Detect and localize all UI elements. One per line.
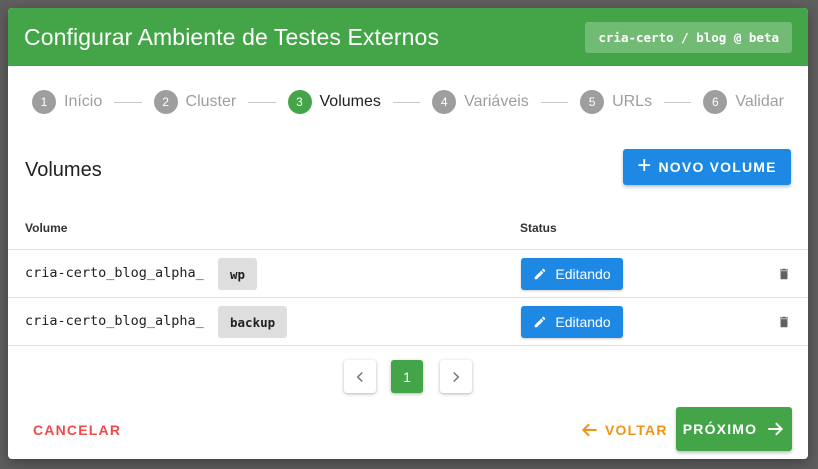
status-label: Editando <box>555 266 611 282</box>
edit-icon <box>535 316 546 328</box>
step-connector <box>540 101 569 103</box>
volumes-table: Volume Status cria-certo_blog_alpha_ wp … <box>8 208 808 346</box>
step-label: Validar <box>735 93 784 110</box>
step-label: Início <box>64 93 103 110</box>
back-label: VOLTAR <box>605 422 668 438</box>
edit-status-button[interactable]: Editando <box>521 306 623 338</box>
edit-status-button[interactable]: Editando <box>521 258 623 290</box>
step-label: Variáveis <box>464 93 529 110</box>
back-button[interactable]: VOLTAR <box>580 420 668 440</box>
volume-name-prefix: cria-certo_blog_alpha_ <box>25 265 204 281</box>
step-validar[interactable]: 6 Validar <box>703 90 784 114</box>
trash-icon[interactable] <box>777 267 791 281</box>
chevron-right-icon <box>453 371 460 382</box>
step-inicio[interactable]: 1 Início <box>32 90 102 114</box>
arrow-right-icon <box>768 422 784 436</box>
volume-name-prefix: cria-certo_blog_alpha_ <box>25 313 204 329</box>
previous-page-button[interactable] <box>344 360 376 393</box>
configure-environment-dialog: Configurar Ambiente de Testes Externos c… <box>8 8 808 459</box>
table-row: cria-certo_blog_alpha_ wp Editando <box>8 250 808 298</box>
step-label: Volumes <box>319 93 381 110</box>
column-header-status: Status <box>520 221 557 235</box>
step-connector <box>392 101 421 103</box>
new-volume-label: NOVO VOLUME <box>658 159 777 175</box>
volume-name-suffix: backup <box>218 306 288 338</box>
step-label: URLs <box>612 93 653 110</box>
step-connector <box>664 101 692 103</box>
step-connector <box>248 101 276 103</box>
step-number: 2 <box>153 90 178 114</box>
next-button[interactable]: PRÓXIMO <box>676 407 792 451</box>
step-cluster[interactable]: 2 Cluster <box>153 90 237 114</box>
step-number: 6 <box>703 90 728 114</box>
step-label: Cluster <box>185 93 237 110</box>
next-label: PRÓXIMO <box>682 421 758 437</box>
plus-icon: + <box>637 152 653 179</box>
edit-icon <box>535 268 546 280</box>
page-button-current[interactable]: 1 <box>391 360 423 393</box>
new-volume-button[interactable]: + NOVO VOLUME <box>623 149 791 185</box>
step-urls[interactable]: 5 URLs <box>580 90 652 114</box>
step-number: 4 <box>432 90 457 114</box>
volume-name-suffix: wp <box>218 258 258 290</box>
step-number: 3 <box>287 90 312 114</box>
section-title: Volumes <box>25 159 102 181</box>
arrow-left-icon <box>581 423 597 437</box>
environment-badge: cria-certo / blog @ beta <box>585 21 792 53</box>
cancel-button[interactable]: CANCELAR <box>33 422 121 438</box>
next-page-button[interactable] <box>440 360 472 393</box>
step-connector <box>114 101 142 103</box>
pagination: 1 <box>8 360 808 393</box>
table-header: Volume Status <box>8 208 808 250</box>
stepper: 1 Início 2 Cluster 3 Volumes 4 Variáveis… <box>32 90 784 114</box>
trash-icon[interactable] <box>777 315 791 329</box>
dialog-title: Configurar Ambiente de Testes Externos <box>24 23 440 50</box>
chevron-left-icon <box>356 371 363 382</box>
column-header-volume: Volume <box>25 221 68 235</box>
step-variaveis[interactable]: 4 Variáveis <box>432 90 529 114</box>
status-label: Editando <box>555 314 611 330</box>
step-volumes[interactable]: 3 Volumes <box>287 90 381 114</box>
dialog-header: Configurar Ambiente de Testes Externos c… <box>8 8 808 66</box>
table-row: cria-certo_blog_alpha_ backup Editando <box>8 298 808 346</box>
step-number: 1 <box>32 90 56 114</box>
step-number: 5 <box>580 90 605 114</box>
